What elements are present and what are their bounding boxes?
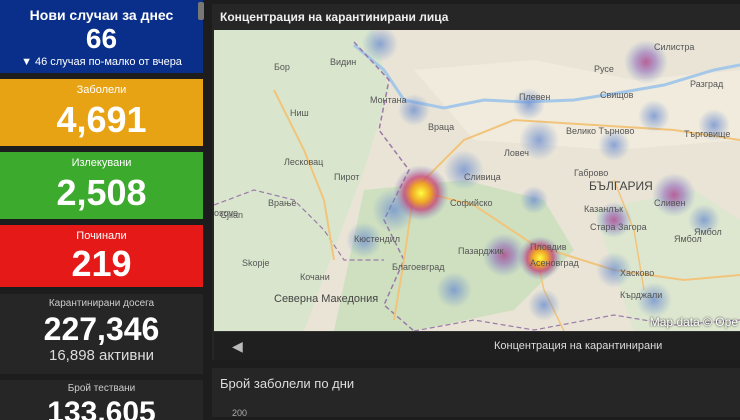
daily-cases-chart-panel: Брой заболели по дни 200 xyxy=(212,368,740,418)
map-label: Враца xyxy=(428,122,454,132)
heatmap-map[interactable]: Видин Монтана Враца Плевен Русе Силистра… xyxy=(214,30,740,331)
map-label: Разград xyxy=(690,79,724,89)
map-label: Пирот xyxy=(334,172,359,182)
deceased-label: Починали xyxy=(76,230,127,242)
chart-title: Брой заболели по дни xyxy=(220,376,355,391)
map-footer-caption: Концентрация на карантинирани xyxy=(494,340,663,352)
map-canvas: Видин Монтана Враца Плевен Русе Силистра… xyxy=(214,30,740,331)
map-label: Асеновград xyxy=(530,258,580,268)
map-label: БЪЛГАРИЯ xyxy=(589,179,653,193)
quarantined-value: 227,346 xyxy=(43,311,160,347)
healed-label: Излекувани xyxy=(71,157,132,169)
quarantined-card: Карантинирани досега 227,346 16,898 акти… xyxy=(0,294,203,374)
map-label: Софийско xyxy=(450,198,493,208)
map-label: Пазарджик xyxy=(458,246,504,256)
map-label: Видин xyxy=(330,57,356,67)
map-label: Плевен xyxy=(519,92,550,102)
map-label: Хасково xyxy=(620,268,654,278)
map-label: Ловеч xyxy=(504,148,529,158)
map-label: Ямбол xyxy=(694,227,722,237)
sick-value: 4,691 xyxy=(56,99,147,140)
map-label: Врање xyxy=(268,198,296,208)
map-label: Русе xyxy=(594,64,614,74)
new-cases-value: 66 xyxy=(85,23,118,54)
new-cases-label: Нови случаи за днес xyxy=(29,7,174,23)
map-label: Стара Загора xyxy=(590,222,647,232)
map-label: Благоевград xyxy=(392,262,445,272)
map-label: Сливица xyxy=(464,172,501,182)
stats-column: Нови случаи за днес 66 ▼ 46 случая по-ма… xyxy=(0,0,206,420)
healed-card: Излекувани 2,508 xyxy=(0,152,203,219)
tests-label: Брой тествани xyxy=(67,383,136,394)
new-cases-card: Нови случаи за днес 66 ▼ 46 случая по-ма… xyxy=(0,0,203,73)
sick-card: Заболели 4,691 xyxy=(0,79,203,146)
map-label: Skopje xyxy=(242,258,270,268)
map-label: Ниш xyxy=(290,108,309,118)
map-label: Монтана xyxy=(370,95,407,105)
sidebar-scrollbar[interactable] xyxy=(198,2,204,20)
map-label: Кочани xyxy=(300,272,330,282)
map-label: Велико Търново xyxy=(566,126,634,136)
map-footer: ◀ Концентрация на карантинирани xyxy=(214,331,740,360)
map-label: Лесковац xyxy=(284,157,323,167)
chevron-left-icon[interactable]: ◀ xyxy=(232,338,243,355)
map-title: Концентрация на карантинирани лица xyxy=(220,10,449,24)
new-cases-delta: ▼ 46 случая по-малко от вчера xyxy=(21,56,182,68)
map-label: Кърджали xyxy=(620,290,662,300)
tests-card: Брой тествани 133,605 xyxy=(0,380,203,420)
map-attribution[interactable]: Map data © Ope xyxy=(650,315,740,329)
map-label: Северна Македония xyxy=(274,293,378,305)
map-label: Габрово xyxy=(574,168,608,178)
map-label: osovo xyxy=(214,208,238,218)
deceased-card: Починали 219 xyxy=(0,225,203,287)
map-label: Пловдив xyxy=(530,242,567,252)
quarantine-map-panel: Концентрация на карантинирани лица Видин… xyxy=(212,4,740,360)
map-label: Кюстендил xyxy=(354,234,400,244)
map-label: Търговище xyxy=(684,129,730,139)
map-label: Силистра xyxy=(654,42,694,52)
quarantined-active: 16,898 активни xyxy=(49,347,154,364)
map-label: Бор xyxy=(274,62,290,72)
map-label: Сливен xyxy=(654,198,685,208)
map-label: Свищов xyxy=(600,90,634,100)
quarantined-label: Карантинирани досега xyxy=(48,298,155,309)
sick-label: Заболели xyxy=(76,84,127,96)
deceased-value: 219 xyxy=(71,243,132,284)
healed-value: 2,508 xyxy=(56,172,147,213)
map-label: Казанлък xyxy=(584,204,623,214)
